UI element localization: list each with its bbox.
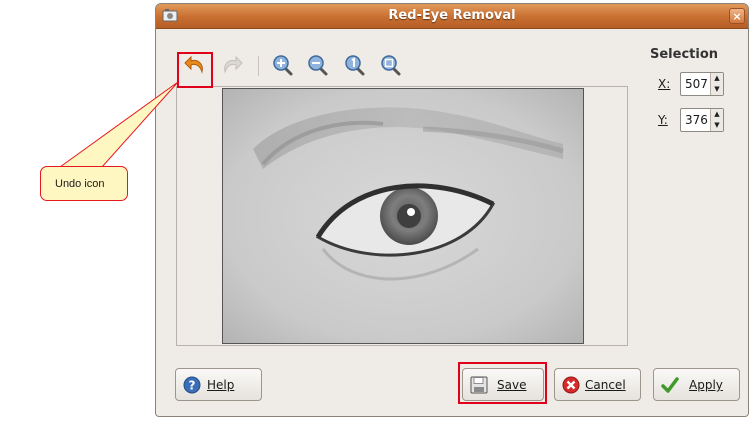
- callout-text: Undo icon: [55, 178, 105, 190]
- callout-leader-lines: [58, 81, 179, 168]
- undo-callout: Undo icon: [40, 166, 128, 201]
